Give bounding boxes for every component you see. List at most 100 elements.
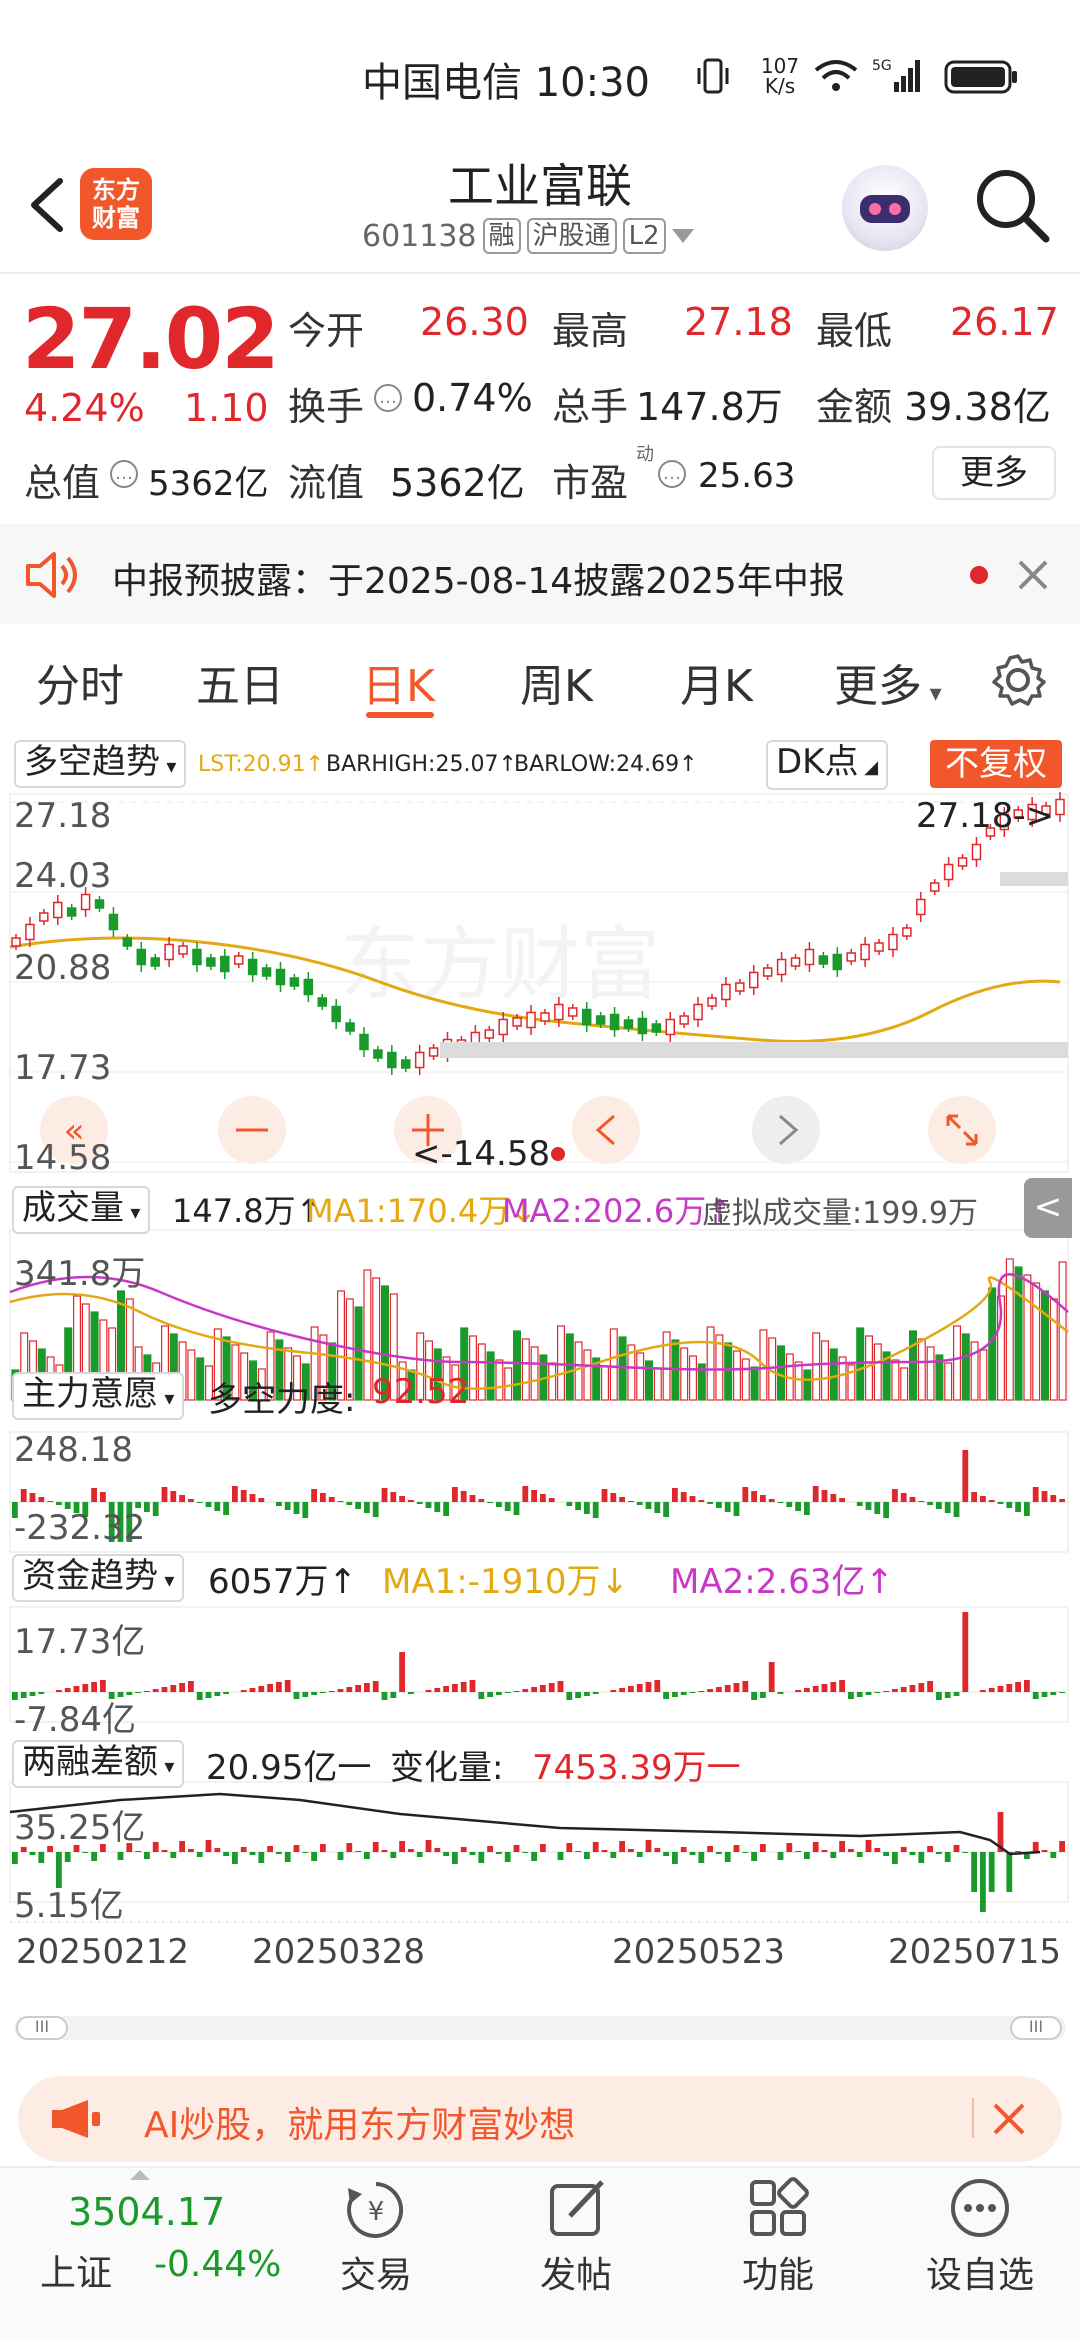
index-name[interactable]: 上证 (40, 2244, 112, 2296)
candle-body (108, 913, 119, 931)
close-icon[interactable] (1018, 560, 1048, 590)
fund-bar (768, 1662, 775, 1692)
tab-weekly-k[interactable]: 周K (520, 650, 593, 714)
candle-body (609, 1013, 620, 1031)
nav-post[interactable]: 发帖 (540, 2246, 612, 2298)
force-top: 248.18 (14, 1430, 133, 1470)
tab-daily-k[interactable]: 日K (362, 650, 435, 714)
force-bar (971, 1492, 977, 1502)
fund-bar (804, 1688, 810, 1692)
search-icon[interactable] (972, 165, 1052, 245)
index-change: -0.44% (154, 2244, 282, 2285)
fund-bar (680, 1692, 687, 1695)
candle-body (428, 1047, 439, 1057)
tab-intraday[interactable]: 分时 (36, 650, 124, 714)
fund-bar (381, 1692, 388, 1700)
ai-banner[interactable]: AI炒股，就用东方财富妙想 (18, 2076, 1062, 2162)
force-bar (689, 1496, 696, 1502)
nav-trade[interactable]: 交易 (340, 2246, 412, 2298)
index-expand-icon[interactable] (130, 2170, 150, 2180)
force-bar (443, 1502, 449, 1516)
slider-left-handle[interactable]: III (16, 2016, 68, 2040)
pe-info-icon[interactable]: … (658, 460, 686, 488)
margin-bar (874, 1848, 881, 1852)
volume-bar (187, 1349, 196, 1401)
margin-bar (522, 1852, 529, 1853)
indicator-select[interactable]: 多空趋势 ▾ (14, 740, 187, 788)
fund-bar (355, 1685, 361, 1692)
force-bar (839, 1498, 845, 1502)
fund-bar (645, 1682, 652, 1692)
more-button[interactable]: 更多 (932, 446, 1056, 500)
nav-function[interactable]: 功能 (742, 2246, 814, 2298)
caret-down-icon[interactable] (671, 229, 694, 243)
force-bar (346, 1502, 353, 1505)
high-label: 最高 (552, 309, 629, 353)
tab-more[interactable]: 更多 ▾ (834, 650, 942, 714)
margin-bar (531, 1852, 537, 1861)
y-tick-2: 24.03 (14, 856, 112, 896)
volume-bar (196, 1357, 205, 1401)
candle-body (289, 977, 300, 987)
y-tick-3: 20.88 (14, 948, 112, 988)
margin-bar (144, 1852, 150, 1859)
fund-bar (839, 1680, 845, 1692)
volume-bar (820, 1340, 829, 1401)
candle-body (776, 958, 787, 976)
fund-bar (548, 1683, 555, 1692)
volume-bar (504, 1367, 513, 1401)
trade-icon[interactable]: ¥ (344, 2178, 408, 2242)
range-slider[interactable]: III III (14, 2016, 1066, 2040)
force-bar (390, 1492, 397, 1502)
fund-bar (672, 1692, 678, 1697)
margin-bar (29, 1852, 36, 1855)
tab-monthly-k[interactable]: 月K (680, 650, 753, 714)
adjust-price-button[interactable]: 不复权 (930, 740, 1062, 788)
tab-five-day[interactable]: 五日 (196, 650, 284, 714)
margin-bar (513, 1845, 520, 1852)
banner-close-icon[interactable] (992, 2102, 1026, 2136)
dk-point-select[interactable]: DK点 ◢ (766, 740, 889, 790)
margin-bar (988, 1852, 995, 1892)
nav-add-watchlist[interactable]: 设自选 (926, 2246, 1034, 2298)
turnover-info-icon[interactable]: … (374, 384, 402, 412)
fund-bar (531, 1687, 537, 1692)
force-bar (830, 1494, 837, 1502)
collapse-panel-button[interactable]: < (1024, 1178, 1072, 1238)
margin-bar (980, 1852, 986, 1912)
settings-gear-icon[interactable] (990, 652, 1046, 708)
margin-bar (196, 1852, 203, 1857)
volume-bar (829, 1348, 838, 1401)
index-value[interactable]: 3504.17 (68, 2190, 225, 2234)
slider-right-handle[interactable]: III (1010, 2016, 1062, 2040)
fund-bar (900, 1687, 907, 1692)
stock-code-line: 601138 融 沪股通 L2 (362, 218, 694, 254)
fund-bar (91, 1682, 97, 1692)
margin-bar (619, 1841, 625, 1852)
ai-assistant-avatar[interactable] (842, 165, 928, 251)
force-bar (240, 1490, 247, 1502)
force-select[interactable]: 主力意愿 ▾ (12, 1372, 185, 1420)
fund-bar (689, 1692, 696, 1693)
fund-bar (619, 1688, 625, 1692)
fund-select[interactable]: 资金趋势 ▾ (12, 1554, 185, 1602)
force-bar (249, 1494, 256, 1502)
candle-body (623, 1019, 634, 1029)
fund-bar (408, 1692, 414, 1694)
post-icon[interactable] (546, 2176, 610, 2240)
mktcap-info-icon[interactable]: … (110, 460, 138, 488)
margin-bar (680, 1847, 687, 1852)
margin-bar (716, 1852, 722, 1854)
margin-bar (733, 1845, 740, 1852)
function-grid-icon[interactable] (746, 2176, 810, 2240)
margin-bar (892, 1852, 898, 1864)
watchlist-add-icon[interactable] (948, 2176, 1012, 2240)
force-bar (786, 1502, 793, 1507)
force-bar (20, 1489, 27, 1502)
fund-bar (892, 1689, 898, 1692)
volume-select[interactable]: 成交量 ▾ (12, 1186, 151, 1234)
margin-bar (953, 1845, 960, 1852)
force-bar (460, 1491, 467, 1502)
notice-bar[interactable]: 中报预披露：于2025-08-14披露2025年中报 (0, 524, 1080, 624)
margin-select[interactable]: 两融差额 ▾ (12, 1740, 185, 1788)
